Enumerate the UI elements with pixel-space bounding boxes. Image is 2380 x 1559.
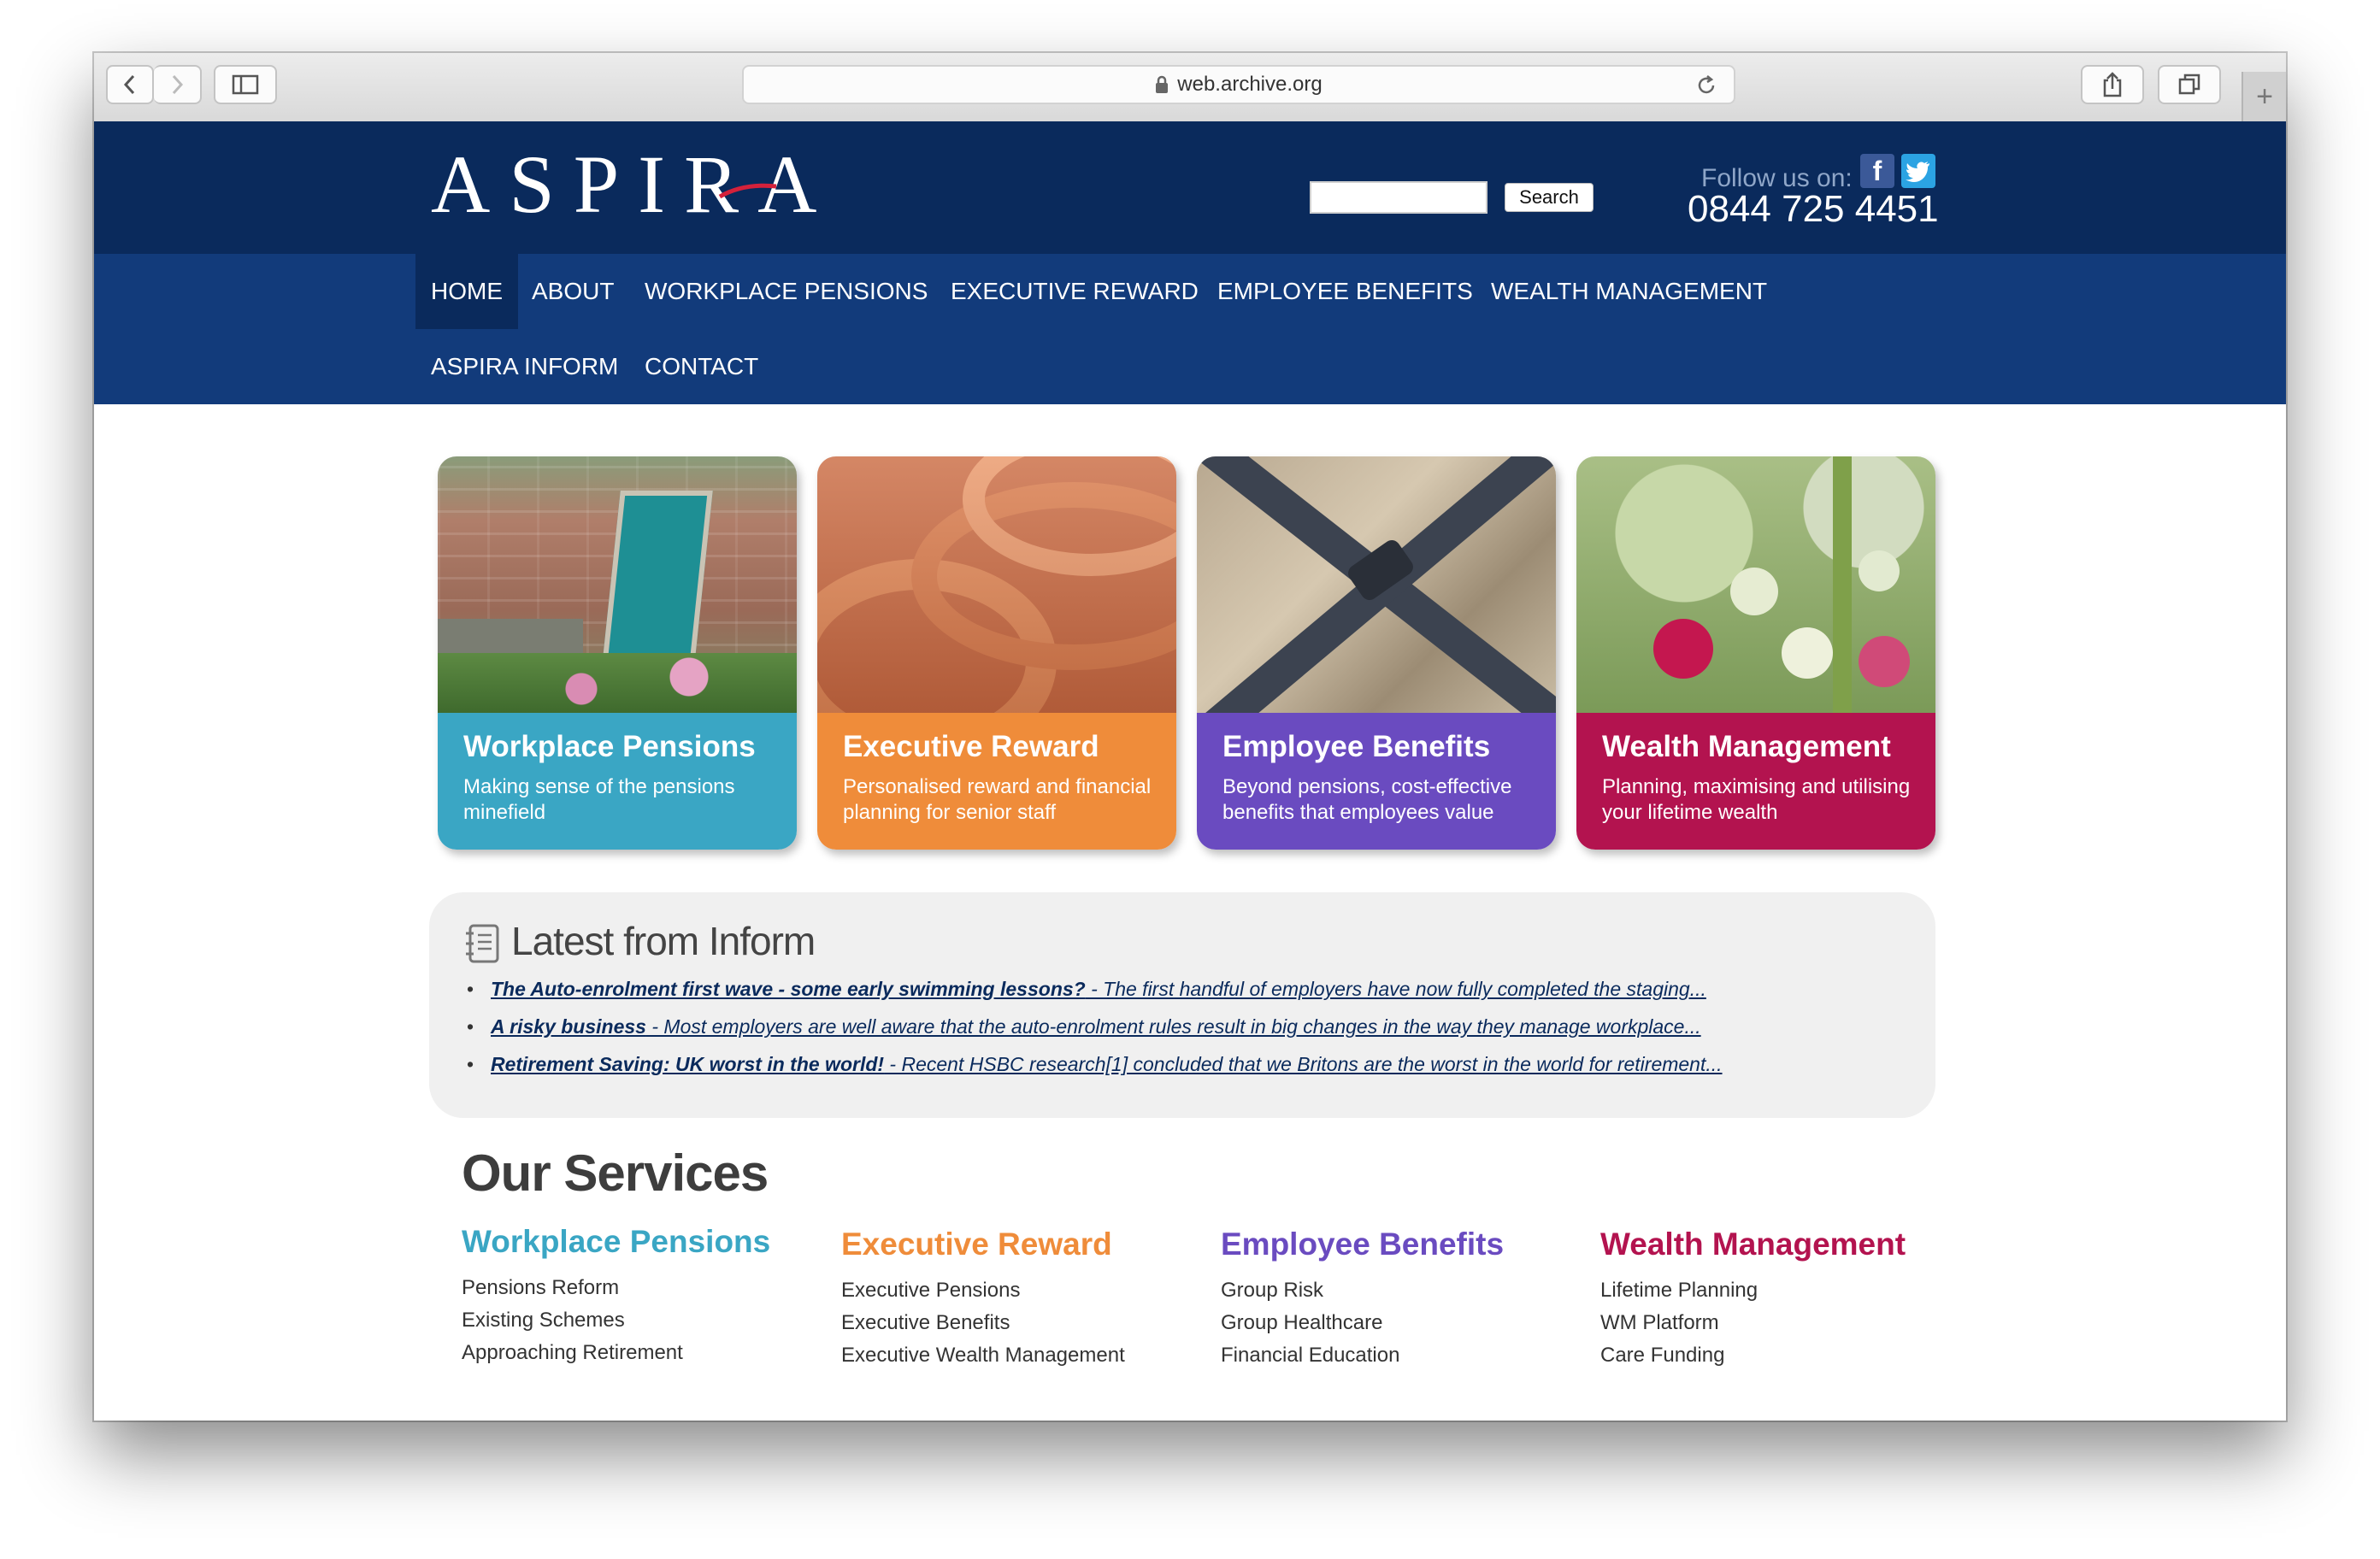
tile-image-flower: [1576, 456, 1935, 713]
services-link[interactable]: Group Risk: [1221, 1274, 1597, 1307]
browser-window: web.archive.org + ASPIRA Search Follow u…: [94, 53, 2286, 1421]
article-headline: The Auto-enrolment first wave - some ear…: [491, 978, 1086, 1000]
list-item: • A risky business - Most employers are …: [463, 1015, 1723, 1053]
new-tab-button[interactable]: +: [2242, 72, 2286, 121]
web-page: ASPIRA Search Follow us on: f 0844 725 4…: [94, 121, 2286, 1421]
tile-title: Wealth Management: [1602, 730, 1891, 763]
nav-item-about[interactable]: ABOUT: [516, 254, 629, 329]
tile-body: Executive Reward Personalised reward and…: [817, 713, 1176, 850]
nav-item-aspira-inform[interactable]: ASPIRA INFORM: [415, 329, 633, 404]
inform-article-list: • The Auto-enrolment first wave - some e…: [463, 978, 1723, 1091]
tile-body: Workplace Pensions Making sense of the p…: [438, 713, 797, 850]
services-column-employee-benefits: Employee Benefits Group Risk Group Healt…: [1221, 1227, 1597, 1372]
services-heading[interactable]: Workplace Pensions: [462, 1224, 838, 1260]
nav-item-home[interactable]: HOME: [415, 254, 518, 329]
tile-executive-reward[interactable]: Executive Reward Personalised reward and…: [817, 456, 1176, 850]
services-column-workplace-pensions: Workplace Pensions Pensions Reform Exist…: [462, 1224, 838, 1369]
nav-item-wealth-management[interactable]: WEALTH MANAGEMENT: [1476, 254, 1782, 329]
notebook-icon: [466, 924, 499, 963]
url-text: web.archive.org: [1177, 73, 1323, 96]
tile-employee-benefits[interactable]: Employee Benefits Beyond pensions, cost-…: [1197, 456, 1556, 850]
services-link[interactable]: Pensions Reform: [462, 1272, 838, 1304]
bullet: •: [467, 978, 474, 1000]
tile-subtitle: Beyond pensions, cost-effective benefits…: [1222, 775, 1512, 824]
tile-subtitle: Making sense of the pensions minefield: [463, 775, 735, 824]
article-link[interactable]: A risky business - Most employers are we…: [491, 1015, 1701, 1038]
list-item: • Retirement Saving: UK worst in the wor…: [463, 1053, 1723, 1091]
back-arrow-icon: [123, 74, 135, 95]
browser-toolbar: web.archive.org +: [94, 53, 2286, 123]
facebook-icon[interactable]: f: [1860, 154, 1894, 188]
services-link[interactable]: WM Platform: [1600, 1307, 1976, 1339]
tile-wealth-management[interactable]: Wealth Management Planning, maximising a…: [1576, 456, 1935, 850]
tabs-icon: [2178, 74, 2200, 95]
sidebar-icon: [232, 74, 259, 95]
services-link[interactable]: Executive Wealth Management: [841, 1339, 1217, 1372]
main-nav: HOME ABOUT WORKPLACE PENSIONS EXECUTIVE …: [94, 254, 2286, 404]
share-button[interactable]: [2081, 65, 2144, 104]
tile-image-flowerpots: [817, 456, 1176, 713]
tile-image-iron-cross: [1197, 456, 1556, 713]
back-button[interactable]: [106, 65, 154, 104]
address-bar[interactable]: web.archive.org: [742, 65, 1735, 104]
article-headline: A risky business: [491, 1015, 646, 1038]
tile-title: Employee Benefits: [1222, 730, 1491, 763]
services-link[interactable]: Existing Schemes: [462, 1304, 838, 1337]
nav-item-workplace-pensions[interactable]: WORKPLACE PENSIONS: [629, 254, 943, 329]
services-link[interactable]: Financial Education: [1221, 1339, 1597, 1372]
share-icon: [2103, 72, 2122, 97]
nav-item-employee-benefits[interactable]: EMPLOYEE BENEFITS: [1202, 254, 1488, 329]
tile-subtitle: Personalised reward and financial planni…: [843, 775, 1152, 824]
forward-arrow-icon: [172, 74, 184, 95]
article-excerpt: - Recent HSBC research[1] concluded that…: [884, 1053, 1723, 1075]
article-excerpt: - Most employers are well aware that the…: [645, 1015, 1701, 1038]
tile-title: Executive Reward: [843, 730, 1099, 763]
services-link[interactable]: Group Healthcare: [1221, 1307, 1597, 1339]
services-column-wealth-management: Wealth Management Lifetime Planning WM P…: [1600, 1227, 1976, 1372]
services-link[interactable]: Approaching Retirement: [462, 1337, 838, 1369]
site-header: ASPIRA Search Follow us on: f 0844 725 4…: [94, 121, 2286, 254]
services-link[interactable]: Care Funding: [1600, 1339, 1976, 1372]
services-title: Our Services: [462, 1144, 769, 1202]
tile-image-door: [438, 456, 797, 713]
logo-swoosh-icon: [718, 183, 777, 199]
services-column-executive-reward: Executive Reward Executive Pensions Exec…: [841, 1227, 1217, 1372]
services-heading[interactable]: Wealth Management: [1600, 1227, 1976, 1262]
new-tab-plus-icon: +: [2256, 79, 2273, 113]
tile-title: Workplace Pensions: [463, 730, 756, 763]
services-link[interactable]: Executive Benefits: [841, 1307, 1217, 1339]
tile-body: Wealth Management Planning, maximising a…: [1576, 713, 1935, 850]
nav-item-executive-reward[interactable]: EXECUTIVE REWARD: [935, 254, 1214, 329]
twitter-icon[interactable]: [1901, 154, 1935, 188]
lock-icon: [1156, 75, 1169, 93]
article-link[interactable]: The Auto-enrolment first wave - some ear…: [491, 978, 1706, 1000]
tile-subtitle: Planning, maximising and utilising your …: [1602, 775, 1911, 824]
search-button[interactable]: Search: [1505, 183, 1594, 212]
latest-from-inform: Latest from Inform • The Auto-enrolment …: [429, 892, 1935, 1118]
phone-number: 0844 725 4451: [1688, 188, 1939, 230]
article-excerpt: - The first handful of employers have no…: [1085, 978, 1706, 1000]
search-input[interactable]: [1310, 181, 1488, 214]
list-item: • The Auto-enrolment first wave - some e…: [463, 978, 1723, 1015]
tile-body: Employee Benefits Beyond pensions, cost-…: [1197, 713, 1556, 850]
services-link[interactable]: Executive Pensions: [841, 1274, 1217, 1307]
forward-button[interactable]: [154, 65, 202, 104]
article-link[interactable]: Retirement Saving: UK worst in the world…: [491, 1053, 1723, 1075]
bullet: •: [467, 1015, 474, 1038]
tile-workplace-pensions[interactable]: Workplace Pensions Making sense of the p…: [438, 456, 797, 850]
services-heading[interactable]: Employee Benefits: [1221, 1227, 1597, 1262]
reload-icon[interactable]: [1694, 74, 1718, 97]
article-headline: Retirement Saving: UK worst in the world…: [491, 1053, 885, 1075]
tabs-button[interactable]: [2158, 65, 2221, 104]
inform-title: Latest from Inform: [511, 919, 816, 963]
bullet: •: [467, 1053, 474, 1075]
sidebar-button[interactable]: [214, 65, 277, 104]
services-link[interactable]: Lifetime Planning: [1600, 1274, 1976, 1307]
nav-item-contact[interactable]: CONTACT: [629, 329, 774, 404]
services-heading[interactable]: Executive Reward: [841, 1227, 1217, 1262]
